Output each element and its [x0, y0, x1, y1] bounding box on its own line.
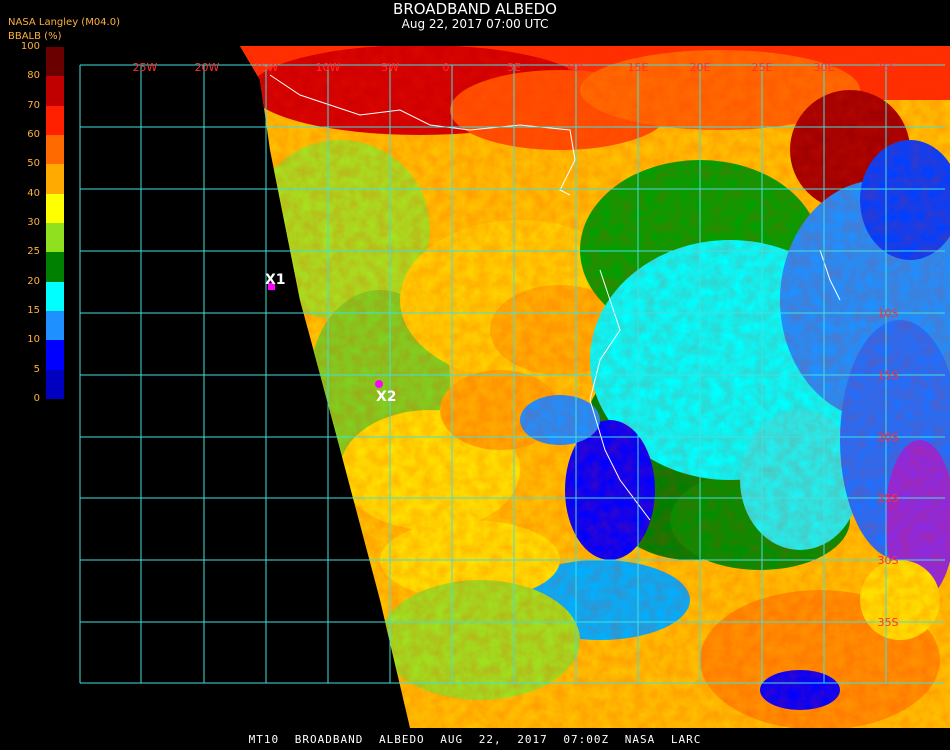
site-label-x1: X1 [265, 272, 286, 288]
longitude-label: 20W [195, 61, 220, 74]
latitude-label: 35S [878, 616, 899, 629]
longitude-label: 5E [507, 61, 521, 74]
longitude-label: 5W [381, 61, 399, 74]
longitude-label: 35E [876, 61, 897, 74]
longitude-label: 10E [566, 61, 587, 74]
latitude-label: 10S [878, 307, 899, 320]
latitude-label: 20S [878, 431, 899, 444]
longitude-label: 25E [752, 61, 773, 74]
site-marker-x2 [375, 380, 383, 388]
satellite-swath [240, 46, 950, 728]
site-label-x2: X2 [376, 389, 397, 405]
longitude-label: 30E [814, 61, 835, 74]
latitude-label: 30S [878, 554, 899, 567]
latitude-label: 15S [878, 369, 899, 382]
longitude-label: 25W [133, 61, 158, 74]
longitude-label: 15W [254, 61, 279, 74]
latitude-label: 25S [878, 492, 899, 505]
longitude-label: 0 [443, 61, 450, 74]
longitude-label: 20E [690, 61, 711, 74]
longitude-label: 10W [316, 61, 341, 74]
longitude-label: 15E [628, 61, 649, 74]
footer-caption: MT10 BROADBAND ALBEDO AUG 22, 2017 07:00… [248, 733, 702, 746]
albedo-map: 25W 20W 15W 10W 5W 0 5E 10E 15E 20E 25E 30E 35E 10S 15… [79, 46, 950, 728]
